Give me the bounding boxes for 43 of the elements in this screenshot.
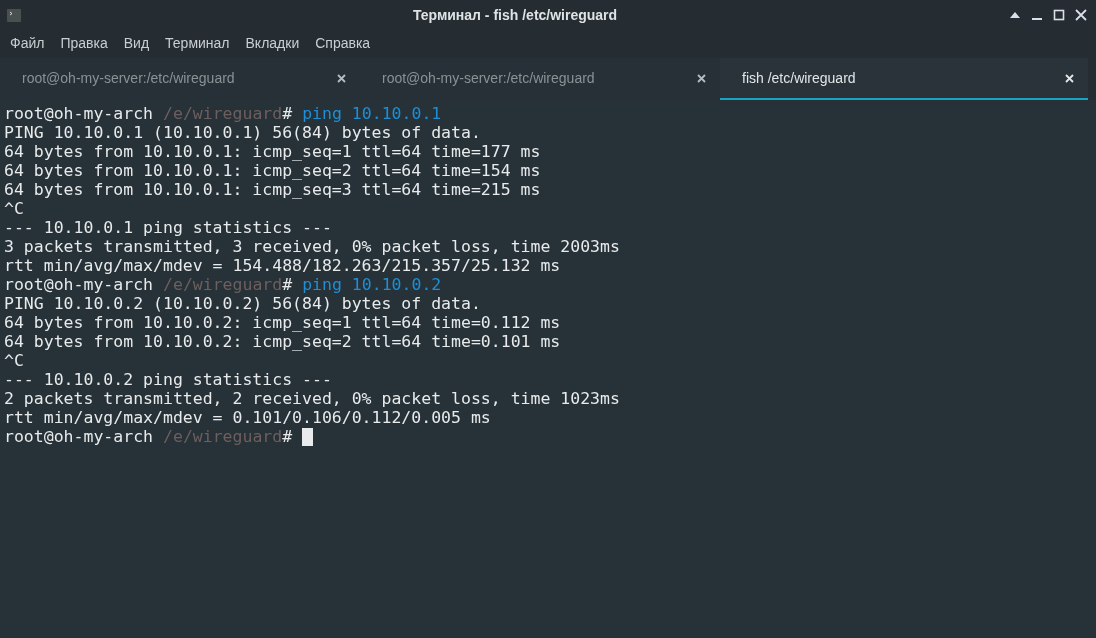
output-line: PING 10.10.0.1 (10.10.0.1) 56(84) bytes of data. bbox=[4, 123, 481, 142]
prompt-symbol: # bbox=[282, 427, 293, 446]
output-line: rtt min/avg/max/mdev = 0.101/0.106/0.112/0.005 ms bbox=[4, 408, 491, 427]
maximize-icon[interactable] bbox=[1053, 9, 1065, 21]
window-title: Терминал - fish /etc/wireguard bbox=[412, 5, 618, 25]
tab-label: root@oh-my-server:/etc/wireguard bbox=[381, 68, 595, 88]
tab-close-icon[interactable] bbox=[337, 73, 346, 83]
output-line: PING 10.10.0.2 (10.10.0.2) 56(84) bytes of data. bbox=[4, 294, 481, 313]
prompt-user: root@oh-my-arch bbox=[4, 427, 153, 446]
output-line: rtt min/avg/max/mdev = 154.488/182.263/215.357/25.132 ms bbox=[4, 256, 561, 275]
prompt-user: root@oh-my-arch bbox=[4, 275, 153, 294]
output-line: ^C bbox=[4, 351, 24, 370]
menu-item[interactable]: Справка bbox=[315, 32, 371, 54]
output-line: 64 bytes from 10.10.0.2: icmp_seq=2 ttl=64 time=0.101 ms bbox=[4, 332, 561, 351]
menu-item[interactable]: Вид bbox=[123, 32, 150, 54]
tab-label: root@oh-my-server:/etc/wireguard bbox=[21, 68, 235, 88]
tab-label: fish /etc/wireguard bbox=[741, 68, 856, 88]
prompt-user: root@oh-my-arch bbox=[4, 104, 153, 123]
output-line: --- 10.10.0.1 ping statistics --- bbox=[4, 218, 332, 237]
prompt-path: /e/wireguard bbox=[163, 427, 283, 446]
prompt-symbol: # bbox=[282, 275, 293, 294]
command-text: ping 10.10.0.2 bbox=[302, 275, 442, 294]
menu-item[interactable]: Терминал bbox=[165, 32, 230, 54]
output-line: 64 bytes from 10.10.0.1: icmp_seq=2 ttl=64 time=154 ms bbox=[4, 161, 541, 180]
output-line: 64 bytes from 10.10.0.1: icmp_seq=1 ttl=64 time=177 ms bbox=[4, 142, 541, 161]
output-line: 2 packets transmitted, 2 received, 0% packet loss, time 1023ms bbox=[4, 389, 620, 408]
shade-icon[interactable] bbox=[1009, 11, 1021, 19]
terminal-app-icon bbox=[7, 8, 21, 22]
output-line: 3 packets transmitted, 3 received, 0% packet loss, time 2003ms bbox=[4, 237, 620, 256]
tab[interactable]: fish /etc/wireguard bbox=[720, 58, 1088, 100]
output-line: ^C bbox=[4, 199, 24, 218]
menu-item[interactable]: Файл bbox=[10, 32, 45, 54]
output-line: --- 10.10.0.2 ping statistics --- bbox=[4, 370, 332, 389]
menu-item[interactable]: Вкладки bbox=[245, 32, 300, 54]
prompt-path: /e/wireguard bbox=[163, 275, 283, 294]
output-line: 64 bytes from 10.10.0.2: icmp_seq=1 ttl=64 time=0.112 ms bbox=[4, 313, 561, 332]
prompt-symbol: # bbox=[282, 104, 293, 123]
close-icon[interactable] bbox=[1075, 9, 1087, 21]
output-line: 64 bytes from 10.10.0.1: icmp_seq=3 ttl=64 time=215 ms bbox=[4, 180, 541, 199]
prompt-path: /e/wireguard bbox=[163, 104, 283, 123]
command-text: ping 10.10.0.1 bbox=[302, 104, 442, 123]
tab-close-icon[interactable] bbox=[697, 73, 706, 83]
menu-item[interactable]: Правка bbox=[60, 32, 108, 54]
